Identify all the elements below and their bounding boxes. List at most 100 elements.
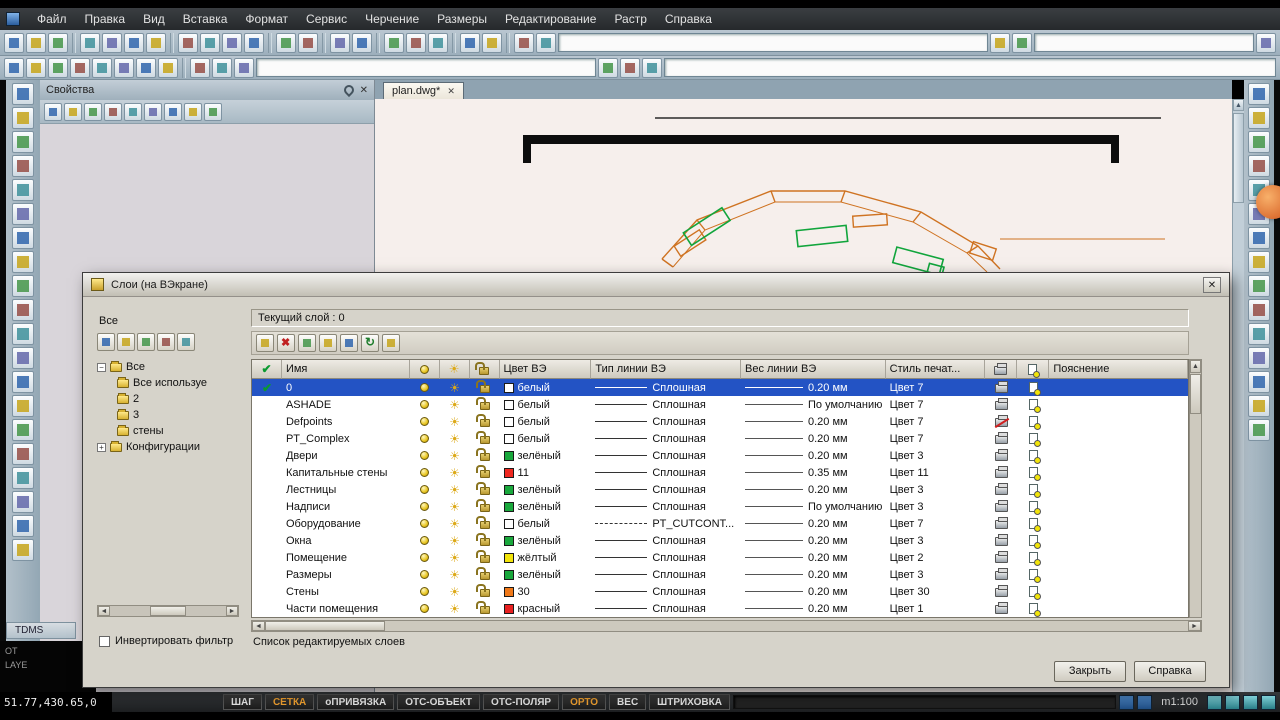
layer-on-icon[interactable] (420, 536, 430, 545)
trim-icon[interactable] (1248, 299, 1270, 321)
mirror-icon[interactable] (1248, 131, 1270, 153)
table-vscrollbar[interactable]: ▲ (1189, 359, 1202, 618)
offset-icon[interactable] (1248, 155, 1270, 177)
refresh-icon[interactable] (361, 334, 379, 352)
save-icon[interactable] (48, 32, 68, 53)
paste-icon[interactable] (222, 32, 242, 53)
status-toggle-1[interactable]: СЕТКА (264, 694, 315, 710)
column-header[interactable] (985, 360, 1018, 379)
layer-on-icon[interactable] (420, 502, 430, 511)
freeze-icon[interactable]: ☀ (449, 603, 460, 615)
line-icon[interactable] (12, 107, 34, 129)
pin-icon[interactable] (341, 82, 356, 98)
ellipse-icon[interactable] (12, 227, 34, 249)
menu-item-2[interactable]: Вид (134, 9, 174, 29)
table-row[interactable]: ✔ Лестницы ☀ зелёный Сплошная 0.20 мм Цв… (252, 481, 1188, 498)
color-swatch[interactable] (503, 399, 514, 410)
status-toggle-4[interactable]: ОТС-ПОЛЯР (483, 694, 560, 710)
help-button[interactable]: Справка (1134, 661, 1206, 682)
invert-selection-icon[interactable] (177, 333, 195, 351)
extend-icon[interactable] (1248, 323, 1270, 345)
layer-on-icon[interactable] (420, 604, 430, 613)
toolbar-field-1[interactable] (558, 33, 988, 52)
vp-color-icon[interactable] (1028, 467, 1041, 481)
format-painter-icon[interactable] (244, 32, 264, 53)
status-toggle-0[interactable]: ШАГ (223, 694, 262, 710)
osnap-settings-icon[interactable] (92, 57, 112, 78)
plot-icon[interactable] (994, 551, 1008, 563)
status-lock-icon[interactable] (1261, 694, 1276, 710)
zoom-dynamic-icon[interactable] (406, 32, 426, 53)
chamfer-icon[interactable] (1248, 371, 1270, 393)
freeze-icon[interactable]: ☀ (449, 552, 460, 564)
plot-icon[interactable] (994, 432, 1008, 444)
match-properties-icon[interactable] (104, 102, 122, 121)
print-icon[interactable] (80, 32, 100, 53)
plot-icon[interactable] (994, 466, 1008, 478)
lock-icon[interactable] (475, 499, 490, 512)
status-mag-icon[interactable] (1243, 694, 1258, 710)
lock-icon[interactable] (475, 516, 490, 529)
freeze-icon[interactable]: ☀ (449, 518, 460, 530)
spray-icon[interactable] (330, 32, 350, 53)
layer-lock-icon[interactable] (642, 57, 662, 78)
plot-icon[interactable] (994, 585, 1008, 597)
menu-item-7[interactable]: Размеры (428, 9, 496, 29)
menu-item-3[interactable]: Вставка (174, 9, 237, 29)
vp-color-icon[interactable] (1028, 586, 1041, 600)
status-zoom-icon[interactable] (1225, 694, 1240, 710)
layer-filters-icon[interactable] (382, 334, 400, 352)
table-row[interactable]: ✔ 0 ☀ белый Сплошная 0.20 мм Цвет 7 (252, 379, 1188, 396)
layer-on-icon[interactable] (420, 434, 430, 443)
panel-settings-icon[interactable] (184, 102, 202, 121)
help-info-icon[interactable] (514, 32, 534, 53)
table-draw-icon[interactable] (12, 371, 34, 393)
tree-hscrollbar[interactable]: ◄ ► (97, 605, 239, 617)
column-header[interactable]: Стиль печат... (885, 360, 986, 379)
status-toggle-5[interactable]: ОРТО (562, 694, 607, 710)
lock-icon[interactable] (475, 601, 490, 614)
status-screen-icon[interactable] (1119, 694, 1135, 710)
layer-freeze-icon[interactable] (620, 57, 640, 78)
expand-all-icon[interactable] (144, 102, 162, 121)
freeze-icon[interactable]: ☀ (449, 484, 460, 496)
vp-color-icon[interactable] (1028, 382, 1041, 396)
isolate-layer-icon[interactable] (298, 334, 316, 352)
gradient-icon[interactable] (12, 323, 34, 345)
tree-item-configs[interactable]: + Конфигурации (97, 439, 239, 455)
freeze-icon[interactable]: ☀ (449, 433, 460, 445)
menu-item-10[interactable]: Справка (656, 9, 721, 29)
select-cursor-icon[interactable] (4, 57, 24, 78)
measure-icon[interactable] (460, 32, 480, 53)
dialog-titlebar[interactable]: Слои (на ВЭкране) ✕ (83, 273, 1229, 297)
color-swatch[interactable] (503, 416, 514, 427)
color-swatch[interactable] (503, 433, 514, 444)
lock-icon[interactable] (475, 482, 490, 495)
status-wheel-icon[interactable] (1207, 694, 1222, 710)
zoom-window-icon[interactable] (384, 32, 404, 53)
scroll-thumb[interactable] (1190, 374, 1201, 414)
explode-icon[interactable] (1248, 419, 1270, 441)
tdms-tab[interactable]: TDMS (6, 622, 76, 639)
toolbar-field-3[interactable] (256, 58, 596, 77)
freeze-icon[interactable]: ☀ (449, 586, 460, 598)
table-row[interactable]: ✔ Капитальные стены ☀ 11 Сплошная 0.35 м… (252, 464, 1188, 481)
rotate-icon[interactable] (1248, 227, 1270, 249)
cut-icon[interactable] (178, 32, 198, 53)
plot-icon[interactable] (994, 602, 1008, 614)
pin-panel-icon[interactable] (124, 102, 142, 121)
tab-close-icon[interactable]: ✕ (447, 86, 455, 97)
column-header[interactable]: Имя (281, 360, 410, 379)
lock-icon[interactable] (475, 448, 490, 461)
lock-icon[interactable] (475, 431, 490, 444)
layer-on-icon[interactable] (420, 400, 430, 409)
image-attach-icon[interactable] (12, 515, 34, 537)
vp-color-icon[interactable] (1028, 416, 1041, 430)
node-snap-icon[interactable] (26, 57, 46, 78)
spline-icon[interactable] (12, 251, 34, 273)
layers-b-icon[interactable] (340, 334, 358, 352)
tree-item-root[interactable]: − Все (97, 359, 239, 375)
color-swatch[interactable] (503, 569, 514, 580)
break-icon[interactable] (1248, 347, 1270, 369)
menu-item-8[interactable]: Редактирование (496, 9, 605, 29)
